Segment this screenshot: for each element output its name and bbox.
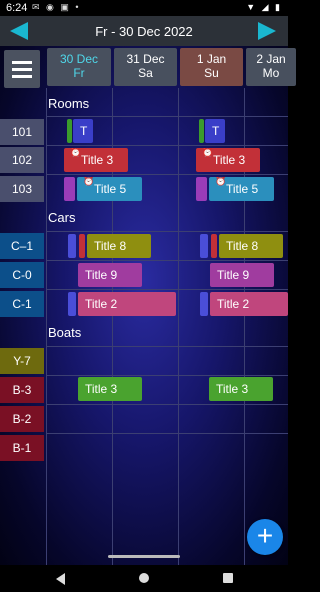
event-marker[interactable] [200,234,208,258]
row-label-b-3[interactable]: B-3 [0,377,44,403]
row-label-b-1[interactable]: B-1 [0,435,44,461]
alarm-icon: ⏰ [83,177,95,186]
event-title-5[interactable]: ⏰ Title 5 [209,177,274,201]
row-label-102[interactable]: 102 [0,147,44,173]
add-button[interactable]: + [247,519,283,555]
calendar-grid: 30 Dec Fr 31 Dec Sa 1 Jan Su 2 Jan Mo Ro… [0,46,296,565]
section-cars: Cars [48,210,76,225]
event-title-9[interactable]: Title 9 [210,263,274,287]
event-title-3[interactable]: ⏰ Title 3 [196,148,260,172]
event-marker[interactable] [199,119,204,143]
day-column-header[interactable]: 2 Jan Mo [246,48,296,86]
event-t[interactable]: T [205,119,225,143]
next-day-icon[interactable] [258,22,276,40]
grid-line [46,260,288,261]
date-title[interactable]: Fr - 30 Dec 2022 [0,24,288,39]
system-icons: ▼ ◢ ▮ [246,2,282,12]
row-label-101[interactable]: 101 [0,119,44,145]
event-title-3[interactable]: ⏰ Title 3 [64,148,128,172]
home-icon[interactable] [139,573,149,583]
section-boats: Boats [48,325,82,340]
alarm-icon: ⏰ [202,148,214,157]
grid-line [46,145,288,146]
grid-line [46,433,288,434]
event-marker[interactable] [68,234,76,258]
event-t[interactable]: T [73,119,93,143]
event-marker[interactable] [196,177,207,201]
recent-apps-icon[interactable] [223,573,233,583]
date-header: Fr - 30 Dec 2022 [0,16,288,46]
status-bar: 6:24 ✉ ◉ ▣ • ▼ ◢ ▮ [0,0,288,16]
grid-line [46,375,288,376]
row-label-c-1[interactable]: C-1 [0,291,44,317]
row-label-y-7[interactable]: Y-7 [0,348,44,374]
event-title-8[interactable]: Title 8 [87,234,151,258]
notification-icons: ✉ ◉ ▣ • [32,2,81,12]
back-icon[interactable] [56,573,65,585]
event-marker[interactable] [64,177,75,201]
status-time: 6:24 [6,2,28,14]
gesture-pill [108,555,180,558]
grid-line [46,404,288,405]
event-title-8[interactable]: Title 8 [219,234,283,258]
grid-line [46,116,288,117]
menu-button[interactable] [4,50,40,88]
grid-line [46,231,288,232]
grid-line [46,346,288,347]
grid-line [178,88,179,565]
day-column-header[interactable]: 31 Dec Sa [114,48,177,86]
event-title-3[interactable]: Title 3 [78,377,142,401]
event-title-9[interactable]: Title 9 [78,263,142,287]
row-label-b-2[interactable]: B-2 [0,406,44,432]
system-nav-bar [0,555,288,592]
grid-line [46,174,288,175]
alarm-icon: ⏰ [215,177,227,186]
row-label-103[interactable]: 103 [0,176,44,202]
event-title-3[interactable]: Title 3 [209,377,273,401]
event-title-2[interactable]: Title 2 [78,292,176,316]
hamburger-icon [12,61,32,64]
day-column-header[interactable]: 1 Jan Su [180,48,243,86]
event-marker[interactable] [67,119,72,143]
event-marker[interactable] [79,234,85,258]
event-marker[interactable] [211,234,217,258]
day-column-header[interactable]: 30 Dec Fr [47,48,111,86]
alarm-icon: ⏰ [70,148,82,157]
row-label-c-minus-1[interactable]: C–1 [0,233,44,259]
event-title-5[interactable]: ⏰ Title 5 [77,177,142,201]
event-marker[interactable] [68,292,76,316]
section-rooms: Rooms [48,96,90,111]
row-label-c-0[interactable]: C-0 [0,262,44,288]
event-title-2[interactable]: Title 2 [210,292,288,316]
event-marker[interactable] [200,292,208,316]
grid-line [46,88,47,565]
grid-line [46,289,288,290]
